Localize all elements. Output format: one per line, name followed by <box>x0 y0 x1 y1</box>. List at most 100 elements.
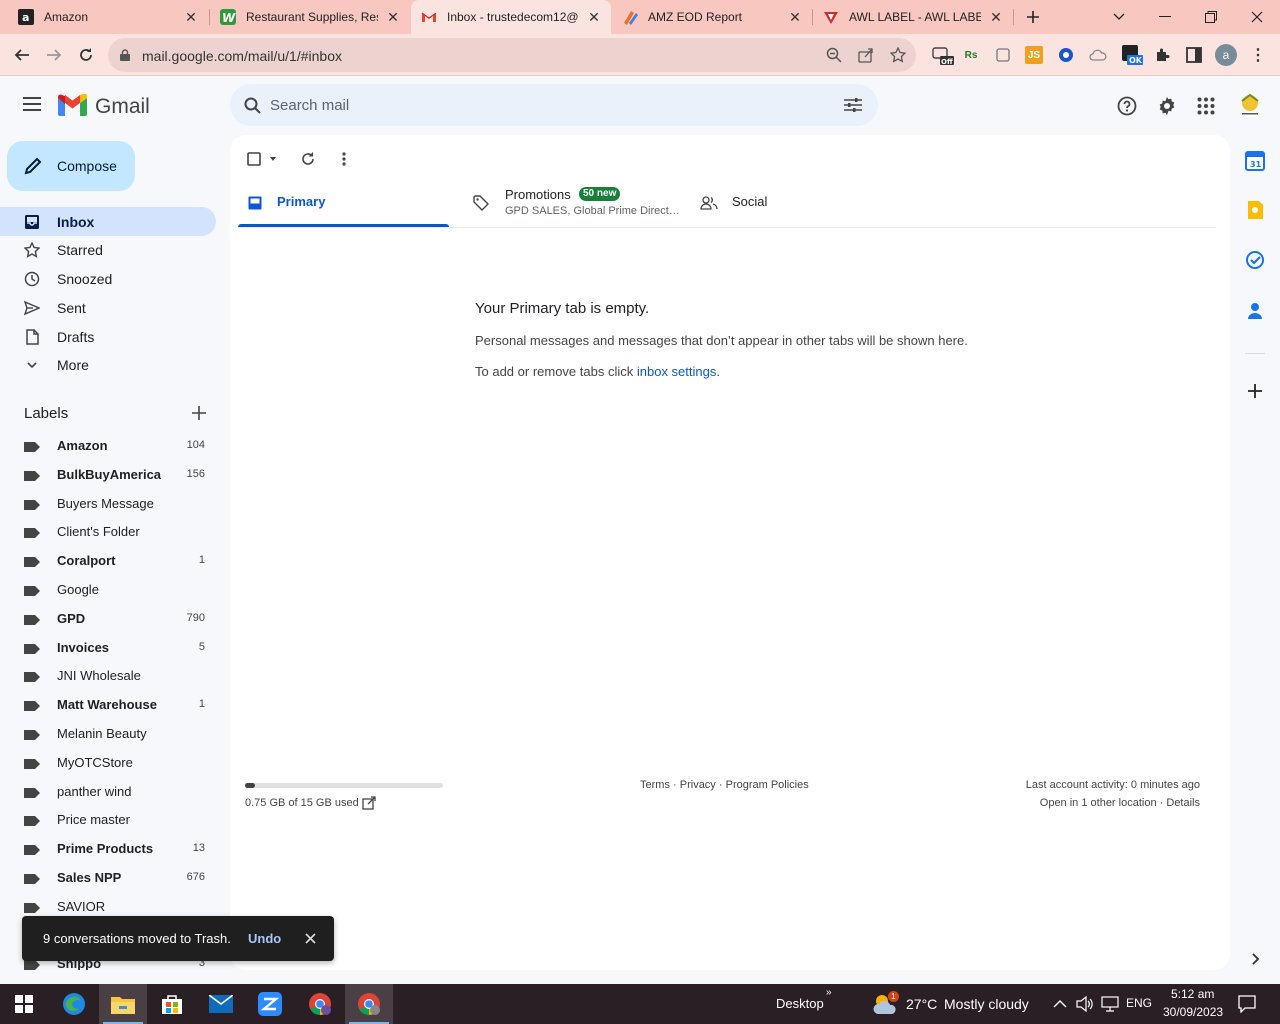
add-addon-icon[interactable] <box>1245 381 1265 401</box>
chevron-up-icon[interactable] <box>1053 998 1067 1008</box>
tab-social[interactable]: Social <box>692 179 892 228</box>
refresh-icon[interactable] <box>298 149 318 169</box>
open-external-icon[interactable] <box>362 796 376 810</box>
nav-sent[interactable]: Sent <box>0 293 216 322</box>
search-icon[interactable] <box>244 97 261 114</box>
js-extension-icon[interactable]: JS <box>1025 46 1043 64</box>
account-avatar[interactable] <box>1236 91 1264 119</box>
reload-button[interactable] <box>70 39 102 71</box>
notifications-icon[interactable] <box>1238 995 1256 1013</box>
settings-gear-icon[interactable] <box>1157 96 1177 116</box>
windows-start-icon[interactable] <box>0 984 48 1024</box>
program-policies-link[interactable]: Program Policies <box>726 779 809 791</box>
help-icon[interactable] <box>1117 96 1137 116</box>
toolbar-expand-icon[interactable]: » <box>826 987 832 998</box>
weather-desc[interactable]: Mostly cloudy <box>944 996 1029 1012</box>
share-icon[interactable] <box>858 47 874 63</box>
label-item[interactable]: Coralport 1 <box>0 547 216 576</box>
tab-promotions[interactable]: Promotions 50 new GPD SALES, Global Prim… <box>465 179 685 228</box>
label-item[interactable]: Buyers Message <box>0 490 216 519</box>
terms-link[interactable]: Terms <box>640 779 670 791</box>
browser-tab-awl[interactable]: AWL LABEL - AWL LABEL ✕ <box>813 0 1013 34</box>
label-item[interactable]: GPD 790 <box>0 605 216 634</box>
browser-tab-gmail[interactable]: Inbox - trustedecom12@ ✕ <box>411 0 611 34</box>
label-item[interactable]: panther wind <box>0 778 216 807</box>
edge-icon[interactable] <box>50 984 98 1024</box>
label-item[interactable]: JNI Wholesale <box>0 662 216 691</box>
close-icon[interactable]: ✕ <box>184 9 198 26</box>
label-item[interactable]: Prime Products 13 <box>0 835 216 864</box>
browser-tab-restaurant[interactable]: W Restaurant Supplies, Rest ✕ <box>210 0 410 34</box>
extension-icon[interactable] <box>994 46 1012 64</box>
store-icon[interactable] <box>148 984 196 1024</box>
side-panel-icon[interactable] <box>1185 46 1203 64</box>
chevron-right-icon[interactable] <box>1245 949 1265 969</box>
browser-menu-icon[interactable]: ⋮ <box>1249 46 1267 64</box>
main-menu-icon[interactable] <box>23 97 41 111</box>
privacy-link[interactable]: Privacy <box>680 779 716 791</box>
nav-inbox[interactable]: Inbox <box>0 207 216 236</box>
profile-avatar[interactable]: a <box>1215 44 1237 66</box>
search-input[interactable]: Search mail <box>270 97 349 114</box>
close-icon[interactable] <box>305 933 316 944</box>
language-indicator[interactable]: ENG <box>1126 996 1152 1010</box>
tab-primary[interactable]: Primary <box>238 179 449 228</box>
rs-extension-icon[interactable]: Rs <box>962 46 980 64</box>
add-label-icon[interactable] <box>192 406 206 420</box>
label-item[interactable]: Melanin Beauty <box>0 720 216 749</box>
volume-icon[interactable] <box>1076 996 1094 1012</box>
back-button[interactable] <box>6 39 38 71</box>
apps-grid-icon[interactable] <box>1197 97 1215 115</box>
file-explorer-icon[interactable] <box>99 984 147 1024</box>
label-item[interactable]: Matt Warehouse 1 <box>0 691 216 720</box>
restore-button[interactable] <box>1188 0 1234 34</box>
tasks-icon[interactable] <box>1245 250 1265 270</box>
extension-off-icon[interactable]: Off <box>932 46 954 66</box>
desktop-toolbar-label[interactable]: Desktop <box>776 996 824 1011</box>
chrome-profile-icon[interactable] <box>345 984 393 1024</box>
undo-button[interactable]: Undo <box>248 931 281 946</box>
compose-button[interactable]: Compose <box>7 141 135 191</box>
label-item[interactable]: Price master <box>0 806 216 835</box>
gmail-logo-icon[interactable] <box>58 94 87 116</box>
lock-icon[interactable] <box>120 49 130 61</box>
more-options-icon[interactable] <box>334 149 354 169</box>
clock-date[interactable]: 30/09/2023 <box>1163 1005 1223 1019</box>
close-window-button[interactable] <box>1234 0 1280 34</box>
details-link[interactable]: Details <box>1166 797 1200 809</box>
puzzle-extensions-icon[interactable] <box>1153 46 1171 64</box>
network-icon[interactable] <box>1101 996 1119 1012</box>
zoom-icon[interactable] <box>826 47 842 63</box>
calendar-icon[interactable]: 31 <box>1245 151 1265 171</box>
label-item[interactable]: Sales NPP 676 <box>0 864 216 893</box>
label-item[interactable]: Invoices 5 <box>0 634 216 663</box>
label-item[interactable]: Amazon 104 <box>0 432 216 461</box>
nav-snoozed[interactable]: Snoozed <box>0 264 216 293</box>
nav-more[interactable]: More <box>0 350 216 379</box>
nav-drafts[interactable]: Drafts <box>0 322 216 351</box>
weather-temp[interactable]: 27°C <box>906 996 937 1012</box>
ok-extension-icon[interactable]: OK <box>1121 45 1143 65</box>
mail-app-icon[interactable] <box>197 984 245 1024</box>
close-icon[interactable]: ✕ <box>989 9 1003 26</box>
forward-button[interactable] <box>38 39 70 71</box>
browser-tab-amz-eod[interactable]: AMZ EOD Report ✕ <box>612 0 812 34</box>
label-item[interactable]: MyOTCStore <box>0 749 216 778</box>
keepa-extension-icon[interactable] <box>1057 46 1075 64</box>
cloud-extension-icon[interactable] <box>1089 46 1107 64</box>
label-item[interactable]: Google <box>0 576 216 605</box>
search-bar[interactable]: Search mail <box>230 84 878 126</box>
nav-starred[interactable]: Starred <box>0 235 216 264</box>
keep-icon[interactable] <box>1245 200 1265 220</box>
label-item[interactable]: Client's Folder <box>0 518 216 547</box>
address-bar[interactable]: mail.google.com/mail/u/1/#inbox <box>108 38 916 72</box>
inbox-settings-link[interactable]: inbox settings <box>637 364 717 379</box>
close-icon[interactable]: ✕ <box>788 9 802 26</box>
select-all-checkbox[interactable] <box>244 149 280 169</box>
chrome-icon[interactable] <box>296 984 344 1024</box>
label-item[interactable]: BulkBuyAmerica 156 <box>0 461 216 490</box>
contacts-icon[interactable] <box>1245 301 1265 321</box>
close-icon[interactable]: ✕ <box>587 9 601 26</box>
bookmark-star-icon[interactable] <box>890 47 906 63</box>
clock-time[interactable]: 5:12 am <box>1171 987 1214 1001</box>
